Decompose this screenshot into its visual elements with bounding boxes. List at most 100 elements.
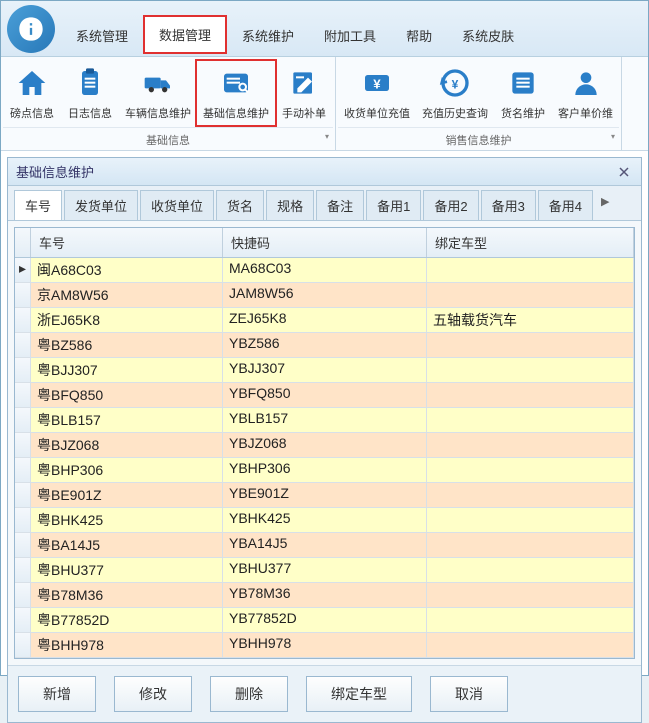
recharge-hist-button[interactable]: ¥ 充值历史查询	[416, 61, 494, 125]
table-row[interactable]: 粤BHK425YBHK425	[15, 508, 634, 533]
base-info-panel: 基础信息维护 车号发货单位收货单位货名规格备注备用1备用2备用3备用4▶ 车号 …	[7, 157, 642, 723]
cell-vehicle: 粤BE901Z	[31, 483, 223, 507]
log-info-button[interactable]: 日志信息	[61, 61, 119, 125]
grid-header-vehicle[interactable]: 车号	[31, 228, 223, 257]
base-maint-button[interactable]: 基础信息维护	[195, 59, 277, 127]
manual-supp-button[interactable]: 手动补单	[275, 61, 333, 125]
row-indicator	[15, 633, 31, 657]
vehicle-maint-button[interactable]: 车辆信息维护	[119, 61, 197, 125]
history-icon: ¥	[437, 65, 473, 101]
table-row[interactable]: 粤BHH978YBHH978	[15, 633, 634, 658]
grid-header-shortcut[interactable]: 快捷码	[223, 228, 427, 257]
tab-8[interactable]: 备用3	[481, 190, 536, 220]
menu-item-0[interactable]: 系统管理	[61, 17, 143, 54]
ribbon-group-1: ¥收货单位充值¥充值历史查询货名维护客户单价维销售信息维护	[336, 57, 622, 150]
menu-item-2[interactable]: 系统维护	[227, 17, 309, 54]
table-row[interactable]: 粤BZ586YBZ586	[15, 333, 634, 358]
row-indicator: ▸	[15, 258, 31, 282]
table-row[interactable]: 粤BLB157YBLB157	[15, 408, 634, 433]
table-row[interactable]: 粤BHP306YBHP306	[15, 458, 634, 483]
edit-icon	[286, 65, 322, 101]
ribbon-group-title: 基础信息	[3, 127, 333, 150]
tab-1[interactable]: 发货单位	[64, 190, 138, 220]
tab-6[interactable]: 备用1	[366, 190, 421, 220]
grid-header-indicator	[15, 228, 31, 257]
row-indicator	[15, 533, 31, 557]
grid-header-bindtype[interactable]: 绑定车型	[427, 228, 634, 257]
cell-vehicle: 粤BFQ850	[31, 383, 223, 407]
table-row[interactable]: 粤BJJ307YBJJ307	[15, 358, 634, 383]
cell-vehicle: 粤BLB157	[31, 408, 223, 432]
tab-5[interactable]: 备注	[316, 190, 364, 220]
table-row[interactable]: 浙EJ65K8ZEJ65K8五轴载货汽车	[15, 308, 634, 333]
tab-2[interactable]: 收货单位	[140, 190, 214, 220]
money-icon: ¥	[359, 65, 395, 101]
main-menu: 系统管理数据管理系统维护附加工具帮助系统皮肤	[61, 1, 529, 56]
bind-type-button[interactable]: 绑定车型	[306, 676, 412, 712]
app-window: 系统管理数据管理系统维护附加工具帮助系统皮肤 磅点信息日志信息车辆信息维护基础信…	[0, 0, 649, 676]
cell-vehicle: 粤B77852D	[31, 608, 223, 632]
cell-bindtype	[427, 633, 634, 657]
table-row[interactable]: 粤BJZ068YBJZ068	[15, 433, 634, 458]
ribbon-label: 车辆信息维护	[125, 105, 191, 121]
logo-icon	[17, 15, 45, 43]
cell-bindtype: 五轴载货汽车	[427, 308, 634, 332]
table-row[interactable]: 粤BE901ZYBE901Z	[15, 483, 634, 508]
table-row[interactable]: 粤BHU377YBHU377	[15, 558, 634, 583]
list-icon	[505, 65, 541, 101]
cell-shortcut: MA68C03	[223, 258, 427, 282]
menu-item-4[interactable]: 帮助	[391, 17, 447, 54]
table-row[interactable]: ▸闽A68C03MA68C03	[15, 258, 634, 283]
cell-vehicle: 粤BHU377	[31, 558, 223, 582]
ribbon: 磅点信息日志信息车辆信息维护基础信息维护手动补单基础信息¥收货单位充值¥充值历史…	[1, 57, 648, 151]
delete-button[interactable]: 删除	[210, 676, 288, 712]
tab-0[interactable]: 车号	[14, 190, 62, 220]
tab-3[interactable]: 货名	[216, 190, 264, 220]
ribbon-label: 手动补单	[282, 105, 326, 121]
recv-recharge-button[interactable]: ¥收货单位充值	[338, 61, 416, 125]
ribbon-label: 充值历史查询	[422, 105, 488, 121]
add-button[interactable]: 新增	[18, 676, 96, 712]
titlebar: 系统管理数据管理系统维护附加工具帮助系统皮肤	[1, 1, 648, 57]
cell-shortcut: YBJJ307	[223, 358, 427, 382]
cell-vehicle: 粤BJJ307	[31, 358, 223, 382]
cell-shortcut: YBLB157	[223, 408, 427, 432]
menu-item-1[interactable]: 数据管理	[143, 15, 227, 54]
cell-bindtype	[427, 383, 634, 407]
cell-shortcut: JAM8W56	[223, 283, 427, 307]
cell-bindtype	[427, 283, 634, 307]
close-icon	[617, 165, 631, 179]
table-row[interactable]: 粤BFQ850YBFQ850	[15, 383, 634, 408]
table-row[interactable]: 粤B77852DYB77852D	[15, 608, 634, 633]
row-indicator	[15, 583, 31, 607]
cancel-button[interactable]: 取消	[430, 676, 508, 712]
pound-info-button[interactable]: 磅点信息	[3, 61, 61, 125]
table-row[interactable]: 粤BA14J5YBA14J5	[15, 533, 634, 558]
panel-close-button[interactable]	[615, 163, 633, 181]
cust-price-button[interactable]: 客户单价维	[552, 61, 619, 125]
menu-item-5[interactable]: 系统皮肤	[447, 17, 529, 54]
svg-text:¥: ¥	[373, 76, 381, 91]
cell-bindtype	[427, 483, 634, 507]
cell-shortcut: YBHU377	[223, 558, 427, 582]
tab-4[interactable]: 规格	[266, 190, 314, 220]
cell-bindtype	[427, 358, 634, 382]
row-indicator	[15, 433, 31, 457]
row-indicator	[15, 458, 31, 482]
grid-body[interactable]: ▸闽A68C03MA68C03京AM8W56JAM8W56浙EJ65K8ZEJ6…	[15, 258, 634, 658]
tab-7[interactable]: 备用2	[423, 190, 478, 220]
goods-maint-button[interactable]: 货名维护	[494, 61, 552, 125]
table-row[interactable]: 京AM8W56JAM8W56	[15, 283, 634, 308]
cell-bindtype	[427, 533, 634, 557]
table-row[interactable]: 粤B78M36YB78M36	[15, 583, 634, 608]
app-logo	[7, 5, 55, 53]
row-indicator	[15, 333, 31, 357]
truck-icon	[140, 65, 176, 101]
tab-9[interactable]: 备用4	[538, 190, 593, 220]
row-indicator	[15, 308, 31, 332]
row-indicator	[15, 358, 31, 382]
edit-button[interactable]: 修改	[114, 676, 192, 712]
menu-item-3[interactable]: 附加工具	[309, 17, 391, 54]
tab-nav-right[interactable]: ▶	[595, 190, 615, 220]
cell-bindtype	[427, 433, 634, 457]
